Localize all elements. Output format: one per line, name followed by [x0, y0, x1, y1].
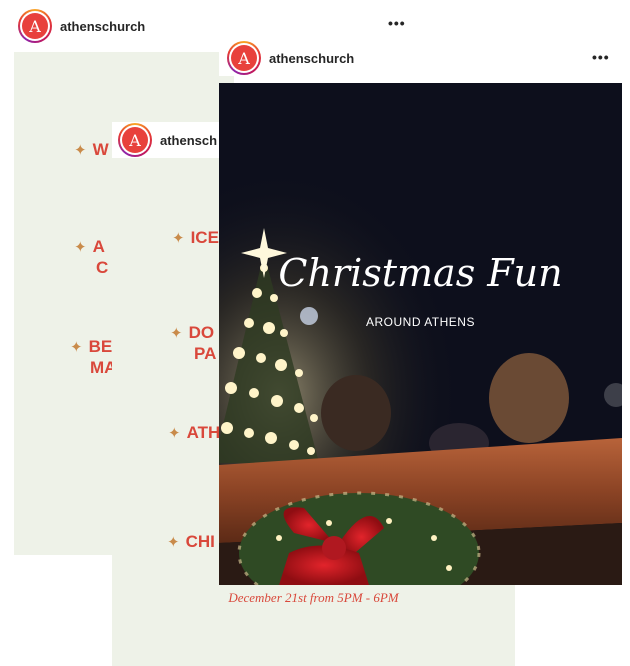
list-item: ✦ ICE: [172, 228, 219, 247]
sparkle-icon: ✦: [74, 142, 87, 159]
sparkle-icon: ✦: [70, 339, 83, 356]
more-options-icon[interactable]: •••: [592, 49, 610, 65]
list-item: PA: [194, 344, 217, 363]
username-link[interactable]: athenschurch: [60, 19, 145, 34]
avatar-letter: A: [22, 13, 48, 39]
username-link[interactable]: athensch: [160, 133, 217, 148]
christmas-scene-image: [219, 83, 622, 585]
carousel-next-indicator[interactable]: [604, 383, 622, 407]
post-front-photo: Christmas Fun AROUND ATHENS: [219, 83, 622, 585]
profile-avatar[interactable]: A: [18, 9, 52, 43]
post-title: Christmas Fun: [278, 251, 563, 295]
list-item: ✦ W: [74, 140, 109, 159]
sparkle-icon: ✦: [172, 230, 185, 247]
list-item: ✦ CHI: [167, 532, 215, 551]
sparkle-icon: ✦: [74, 239, 87, 256]
event-date-text: December 21st from 5PM - 6PM: [228, 590, 399, 605]
list-item: C: [96, 258, 109, 277]
sparkle-icon: ✦: [167, 534, 180, 551]
avatar-letter: A: [231, 45, 257, 71]
sparkle-icon: ✦: [168, 425, 181, 442]
post-subtitle: AROUND ATHENS: [366, 315, 475, 329]
list-item: ✦ A: [74, 237, 105, 256]
post-front-header: A athenschurch: [219, 40, 622, 76]
list-item: ✦ BE: [70, 337, 113, 356]
username-link[interactable]: athenschurch: [269, 51, 354, 66]
list-item: ✦ DO: [170, 323, 215, 342]
post-back-header: A athenschurch: [18, 8, 146, 44]
more-options-icon[interactable]: •••: [388, 15, 406, 31]
profile-avatar[interactable]: A: [118, 123, 152, 157]
profile-avatar[interactable]: A: [227, 41, 261, 75]
sparkle-icon: ✦: [170, 325, 183, 342]
list-item: ✦ ATH: [168, 423, 221, 442]
avatar-letter: A: [122, 127, 148, 153]
